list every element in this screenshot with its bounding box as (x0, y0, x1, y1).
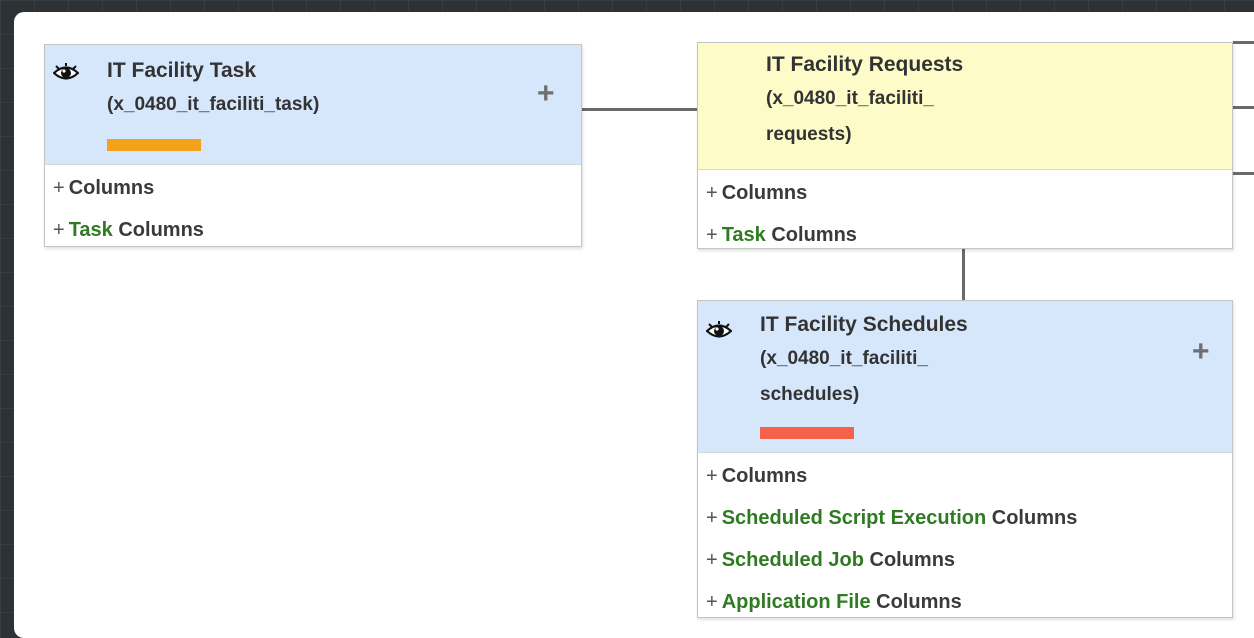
section-label: Columns (721, 182, 808, 204)
table-card-header[interactable]: IT Facility Schedules (x_0480_it_facilit… (698, 301, 1232, 453)
connector-requests-right-bottom (1233, 172, 1254, 175)
section-list: + Columns + Task Columns (45, 165, 581, 253)
section-label: Columns (863, 549, 956, 571)
eye-icon[interactable] (706, 321, 732, 343)
section-label: Columns (68, 177, 155, 199)
table-card-header[interactable]: IT Facility Requests (x_0480_it_faciliti… (698, 43, 1232, 170)
table-card-it-facility-requests[interactable]: IT Facility Requests (x_0480_it_faciliti… (697, 42, 1233, 249)
expand-plus-icon[interactable]: + (706, 549, 718, 571)
table-system-name-line: schedules) (760, 384, 860, 405)
expand-plus-icon[interactable]: + (706, 591, 718, 613)
section-scheduled-job-columns[interactable]: + Scheduled Job Columns (698, 541, 1232, 583)
section-task-columns[interactable]: + Task Columns (45, 211, 581, 253)
section-highlight: Scheduled Script Execution (721, 507, 987, 529)
table-system-name: (x_0480_it_faciliti_ schedules) (760, 341, 928, 413)
table-color-bar (107, 139, 201, 151)
section-highlight: Application File (721, 591, 871, 613)
table-color-bar (760, 427, 854, 439)
table-system-name-line: (x_0480_it_faciliti_ (766, 88, 934, 109)
section-application-file-columns[interactable]: + Application File Columns (698, 583, 1232, 625)
section-label: Columns (112, 219, 204, 241)
table-system-name: (x_0480_it_faciliti_task) (107, 87, 319, 123)
section-highlight: Scheduled Job (721, 549, 864, 571)
section-label: Columns (986, 507, 1078, 529)
connector-requests-right-top (1233, 41, 1254, 44)
section-label: Columns (870, 591, 962, 613)
expand-plus-icon[interactable]: + (706, 465, 718, 487)
section-label: Columns (765, 224, 857, 246)
section-columns[interactable]: + Columns (698, 457, 1232, 499)
table-card-header[interactable]: IT Facility Task (x_0480_it_faciliti_tas… (45, 45, 581, 165)
plus-icon[interactable]: + (537, 79, 555, 109)
section-list: + Columns + Task Columns (698, 170, 1232, 258)
table-title: IT Facility Requests (766, 53, 964, 76)
table-system-name-line: requests) (766, 124, 852, 145)
expand-plus-icon[interactable]: + (53, 219, 65, 241)
connector-task-requests (581, 108, 699, 111)
section-highlight: Task (68, 219, 113, 241)
table-system-name: (x_0480_it_faciliti_ requests) (766, 81, 934, 153)
table-card-it-facility-schedules[interactable]: IT Facility Schedules (x_0480_it_facilit… (697, 300, 1233, 618)
expand-plus-icon[interactable]: + (706, 182, 718, 204)
expand-plus-icon[interactable]: + (706, 507, 718, 529)
expand-plus-icon[interactable]: + (53, 177, 65, 199)
table-card-it-facility-task[interactable]: IT Facility Task (x_0480_it_faciliti_tas… (44, 44, 582, 247)
section-highlight: Task (721, 224, 766, 246)
section-list: + Columns + Scheduled Script Execution Col… (698, 453, 1232, 625)
section-task-columns[interactable]: + Task Columns (698, 216, 1232, 258)
eye-icon[interactable] (53, 63, 79, 85)
table-title: IT Facility Task (107, 59, 256, 82)
section-label: Columns (721, 465, 808, 487)
table-title: IT Facility Schedules (760, 313, 968, 336)
connector-requests-right-mid (1233, 106, 1254, 109)
section-columns[interactable]: + Columns (45, 169, 581, 211)
table-system-name-line: (x_0480_it_faciliti_ (760, 348, 928, 369)
plus-icon[interactable]: + (1192, 337, 1210, 367)
table-system-name-line: (x_0480_it_faciliti_task) (107, 94, 320, 115)
expand-plus-icon[interactable]: + (706, 224, 718, 246)
section-scheduled-script-execution-columns[interactable]: + Scheduled Script Execution Columns (698, 499, 1232, 541)
section-columns[interactable]: + Columns (698, 174, 1232, 216)
schema-canvas: IT Facility Task (x_0480_it_faciliti_tas… (14, 12, 1254, 638)
